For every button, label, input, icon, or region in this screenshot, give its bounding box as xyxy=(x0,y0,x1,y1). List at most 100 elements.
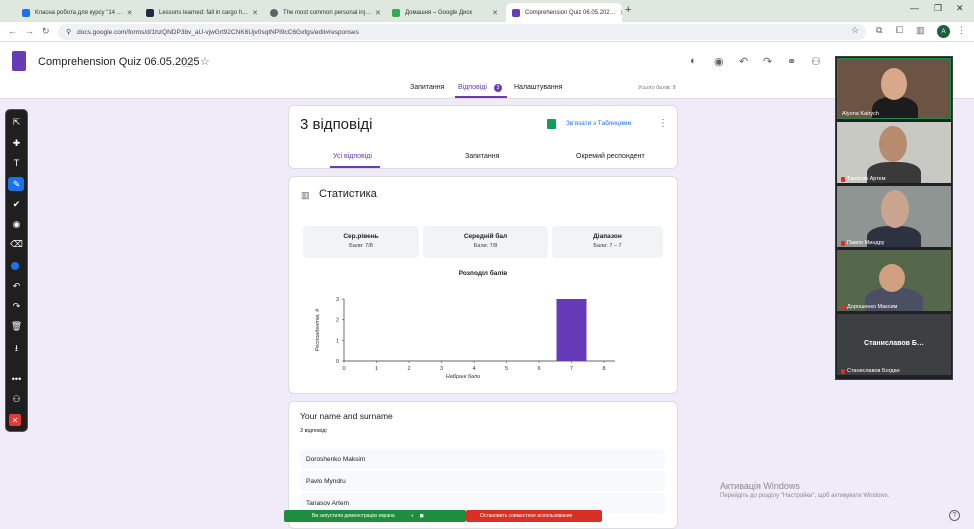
extensions-icon[interactable]: ⧠ xyxy=(896,25,903,36)
x-tick-label: 7 xyxy=(570,366,573,372)
back-icon[interactable]: ← xyxy=(8,26,17,36)
browser-tab[interactable]: The most common personal inj… ✕ xyxy=(264,3,384,22)
pen-icon: ✎ xyxy=(12,179,21,189)
responses-count-title: 3 відповіді xyxy=(300,116,373,133)
translate-icon[interactable]: ⧉ xyxy=(876,25,882,36)
mic-muted-icon xyxy=(841,304,845,310)
participant-tile[interactable]: Танасов Артем xyxy=(837,122,951,183)
add-collaborator-icon[interactable]: ⚇ xyxy=(811,55,821,68)
x-tick-label: 2 xyxy=(407,366,410,372)
question-title: Your name and surname xyxy=(300,411,393,421)
avatar[interactable]: A xyxy=(937,25,950,38)
help-icon[interactable]: ? xyxy=(949,510,960,521)
y-tick-label: 1 xyxy=(336,338,339,344)
restore-icon[interactable]: ❐ xyxy=(934,3,942,14)
classroom-favicon-icon xyxy=(22,8,30,17)
close-icon[interactable]: ✕ xyxy=(488,9,498,17)
trash-icon[interactable]: 🗑 xyxy=(6,321,27,332)
stop-sharing-button[interactable]: Остановить совместное использование xyxy=(466,510,602,522)
redo-icon[interactable]: ↷ xyxy=(6,301,27,312)
x-tick-label: 3 xyxy=(440,366,443,372)
undo-icon[interactable]: ↶ xyxy=(739,55,748,68)
forward-icon[interactable]: → xyxy=(25,26,34,36)
camera-icon[interactable]: ◼ xyxy=(420,513,424,519)
more-options-icon[interactable]: ⋮ xyxy=(658,118,668,129)
download-icon[interactable]: ⭳ xyxy=(6,341,27,357)
close-window-icon[interactable]: ✕ xyxy=(956,3,964,14)
stat-label: Діапазон xyxy=(593,233,622,240)
bar-chart-icon: ▥ xyxy=(301,190,310,200)
participant-tile[interactable]: Дорошенко Максим xyxy=(837,250,951,311)
palette-icon[interactable]: ◐ xyxy=(690,55,697,67)
y-tick-label: 0 xyxy=(336,359,339,365)
star-icon[interactable]: ☆ xyxy=(200,55,210,68)
stat-value: Бали: 7/8 xyxy=(473,243,498,249)
mic-muted-icon xyxy=(841,240,845,246)
stat-box-average: Середній бал Бали: 7/8 xyxy=(423,226,548,258)
preview-eye-icon[interactable]: ◉ xyxy=(714,55,724,68)
undo-icon[interactable]: ↶ xyxy=(6,281,27,292)
google-forms-logo-icon[interactable] xyxy=(12,51,26,71)
tab-settings[interactable]: Налаштування xyxy=(514,84,562,91)
participant-tile[interactable]: Павло Миндру xyxy=(837,186,951,247)
participant-tile[interactable]: Alyona Katrych xyxy=(837,58,951,119)
sheets-icon[interactable] xyxy=(547,119,556,129)
more-tools-icon[interactable]: ••• xyxy=(6,374,27,384)
participant-name: Станиславов Богдан xyxy=(841,368,900,374)
share-notice-text: Ви запустили демонстрацію екрана xyxy=(312,513,395,519)
close-icon[interactable]: ✕ xyxy=(371,9,381,17)
minimize-icon[interactable]: — xyxy=(910,3,919,13)
spotlight-icon[interactable]: ◉ xyxy=(6,219,27,230)
folder-icon[interactable]: 🗀 xyxy=(182,55,193,74)
close-icon[interactable]: ✕ xyxy=(248,9,258,17)
browser-tab[interactable]: Lessons learned: fall in cargo h… ✕ xyxy=(140,3,262,22)
forms-header xyxy=(0,42,974,99)
checkmark-icon[interactable]: ✔ xyxy=(6,199,27,210)
link-icon[interactable]: ⚭ xyxy=(787,55,796,68)
browser-tab[interactable]: Домашня – Google Диск ✕ xyxy=(386,3,504,22)
browser-tab[interactable]: Класна робота для курсу "14 … ✕ xyxy=(16,3,138,22)
stat-label: Середній бал xyxy=(463,233,508,240)
page-title[interactable]: Comprehension Quiz 06.05.2025 xyxy=(38,56,199,68)
close-icon[interactable]: ✕ xyxy=(123,9,133,17)
mic-icon[interactable]: ◖ xyxy=(411,513,414,519)
side-panel-icon[interactable]: ▥ xyxy=(916,25,925,36)
browser-tab-active[interactable]: Comprehension Quiz 06.05.202… ✕ xyxy=(506,3,622,22)
subtab-questions[interactable]: Запитання xyxy=(465,153,499,160)
site-favicon-icon xyxy=(146,8,154,17)
new-tab-button[interactable]: + xyxy=(625,4,631,16)
url-input[interactable]: ⚲ docs.google.com/forms/d/1hzQNDP3bv_aU-… xyxy=(58,24,866,40)
subtab-individual[interactable]: Окремий респондент xyxy=(576,153,645,160)
color-picker-icon[interactable] xyxy=(11,262,19,270)
tab-questions[interactable]: Запитання xyxy=(410,84,444,91)
bookmark-star-icon[interactable]: ☆ xyxy=(851,25,859,36)
score-distribution-chart: 0 1 2 3 0 1 2 3 4 5 6 7 8 Набрані бали Респондентів… xyxy=(315,297,615,380)
participant-tile[interactable]: Станиславов Б… Станиславов Богдан xyxy=(837,314,951,375)
site-info-icon[interactable]: ⚲ xyxy=(66,28,71,36)
text-icon[interactable]: T xyxy=(6,158,27,168)
subtab-summary[interactable]: Усі відповіді xyxy=(333,153,372,160)
windows-activation-hint: Перейдіть до розділу "Настройки", щоб ак… xyxy=(720,493,890,499)
person-head xyxy=(881,190,909,228)
browser-tab-title: Comprehension Quiz 06.05.202… xyxy=(525,9,616,16)
close-toolbar-icon[interactable]: ✕ xyxy=(9,414,21,426)
tab-responses[interactable]: Відповіді xyxy=(458,84,487,91)
participant-name: Павло Миндру xyxy=(841,240,884,246)
reload-icon[interactable]: ↻ xyxy=(42,26,50,37)
menu-icon[interactable]: ⋮ xyxy=(957,25,966,36)
participants-icon[interactable]: ⚇ xyxy=(6,394,27,405)
person-head xyxy=(881,68,907,100)
link-to-sheets-button[interactable]: Зв'язати з Таблицями xyxy=(566,120,631,127)
move-icon[interactable]: ✚ xyxy=(6,138,27,149)
globe-icon xyxy=(270,8,278,17)
x-tick-label: 6 xyxy=(537,366,540,372)
question-response-count: 3 відповіді xyxy=(300,428,327,434)
close-icon[interactable]: ✕ xyxy=(616,9,622,17)
redo-icon[interactable]: ↷ xyxy=(763,55,772,68)
select-pointer-icon[interactable]: ⇱ xyxy=(6,117,27,128)
eraser-icon[interactable]: ⌫ xyxy=(6,239,27,250)
responses-count-badge: 3 xyxy=(494,84,502,92)
chart-bar[interactable] xyxy=(556,299,587,361)
participant-name: Дорошенко Максим xyxy=(841,304,897,310)
participant-big-name: Станиславов Б… xyxy=(864,340,924,347)
